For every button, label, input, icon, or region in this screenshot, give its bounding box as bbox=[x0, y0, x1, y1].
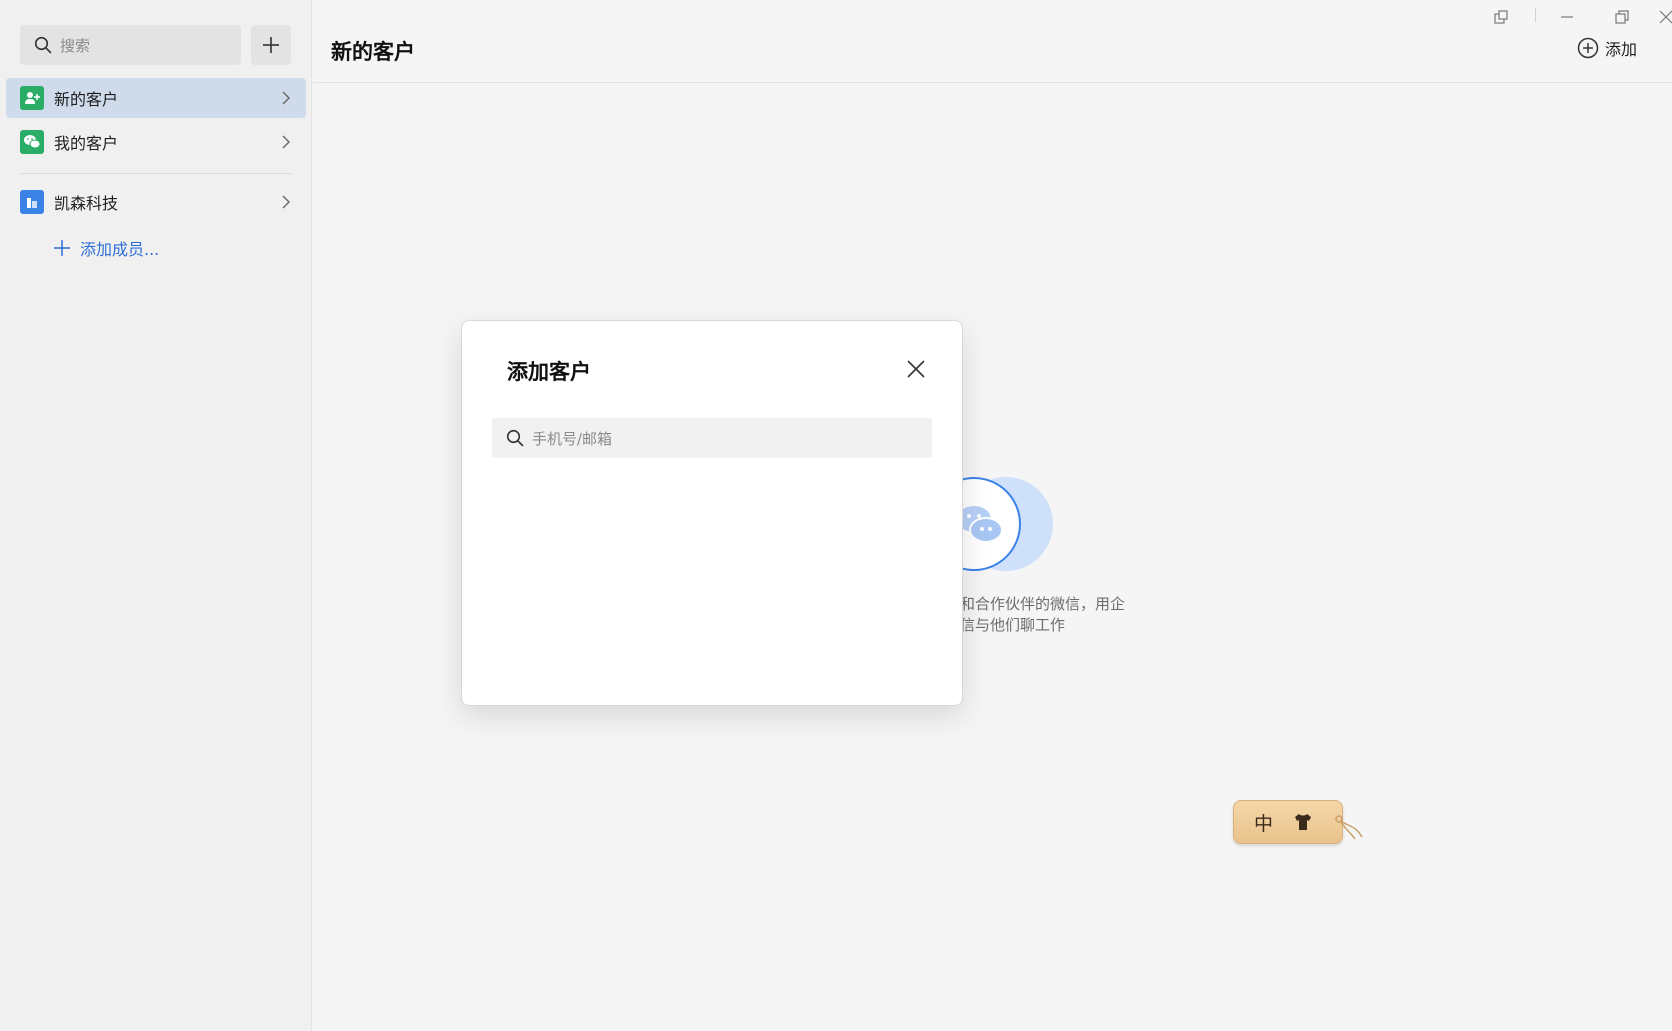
sidebar-item-label: 凯森科技 bbox=[54, 194, 119, 213]
add-customer-dialog: 添加客户 手机号/邮箱 bbox=[461, 320, 963, 706]
plus-icon bbox=[263, 37, 279, 53]
wechat-icon bbox=[20, 130, 44, 154]
create-button[interactable] bbox=[251, 25, 291, 65]
add-button-label: 添加 bbox=[1604, 40, 1637, 59]
skin-shirt-icon bbox=[1295, 814, 1312, 830]
close-icon bbox=[907, 360, 925, 378]
plus-icon bbox=[54, 240, 70, 256]
add-user-icon bbox=[20, 86, 44, 110]
sidebar-item-my-customers[interactable]: 我的客户 bbox=[6, 122, 306, 162]
page-title: 新的客户 bbox=[331, 40, 415, 64]
empty-state-line1: 和合作伙伴的微信，用企 bbox=[960, 595, 1126, 613]
phone-email-search-input[interactable]: 手机号/邮箱 bbox=[492, 418, 932, 458]
sidebar-item-label: 新的客户 bbox=[54, 90, 119, 109]
add-member-label: 添加成员... bbox=[80, 240, 160, 259]
ime-mode-label: 中 bbox=[1254, 812, 1274, 835]
dialog-close-button[interactable] bbox=[906, 359, 926, 379]
search-placeholder: 搜索 bbox=[60, 36, 91, 55]
chevron-right-icon bbox=[282, 135, 290, 149]
company-icon bbox=[20, 190, 44, 214]
close-icon bbox=[1659, 10, 1672, 24]
window-controls-separator bbox=[1535, 8, 1536, 22]
add-circle-icon bbox=[1577, 37, 1599, 59]
add-member-link[interactable]: 添加成员... bbox=[54, 236, 159, 260]
empty-state-line2: 信与他们聊工作 bbox=[960, 616, 1066, 634]
sidebar-item-label: 我的客户 bbox=[54, 134, 119, 153]
ime-tag-string-icon bbox=[1335, 815, 1363, 840]
search-icon bbox=[34, 36, 52, 54]
empty-state-text: 和合作伙伴的微信，用企 信与他们聊工作 bbox=[960, 594, 1160, 636]
minimize-icon bbox=[1561, 16, 1573, 18]
ime-toolbar[interactable]: 中 bbox=[1233, 800, 1343, 844]
sidebar: 搜索 新的客户 我的客户 凯森科技 添加成员... bbox=[0, 0, 312, 1031]
close-window-button[interactable] bbox=[1652, 6, 1672, 28]
pin-window-icon bbox=[1494, 10, 1508, 24]
search-icon bbox=[506, 429, 524, 447]
header: 新的客户 添加 bbox=[313, 0, 1672, 83]
dialog-title: 添加客户 bbox=[507, 360, 591, 384]
add-customer-button[interactable]: 添加 bbox=[1577, 36, 1637, 60]
pin-window-button[interactable] bbox=[1487, 6, 1515, 28]
sidebar-search-input[interactable]: 搜索 bbox=[20, 25, 241, 65]
restore-button[interactable] bbox=[1608, 6, 1636, 28]
sidebar-item-company[interactable]: 凯森科技 bbox=[6, 182, 306, 222]
restore-icon bbox=[1615, 10, 1629, 24]
chevron-right-icon bbox=[282, 91, 290, 105]
sidebar-divider bbox=[20, 173, 292, 174]
sidebar-item-new-customers[interactable]: 新的客户 bbox=[6, 78, 306, 118]
dialog-search-placeholder: 手机号/邮箱 bbox=[532, 429, 613, 448]
chevron-right-icon bbox=[282, 195, 290, 209]
minimize-button[interactable] bbox=[1553, 6, 1581, 28]
app-window: 搜索 新的客户 我的客户 凯森科技 添加成员... 新的客户 添加 和合作伙伴的… bbox=[0, 0, 1672, 1031]
